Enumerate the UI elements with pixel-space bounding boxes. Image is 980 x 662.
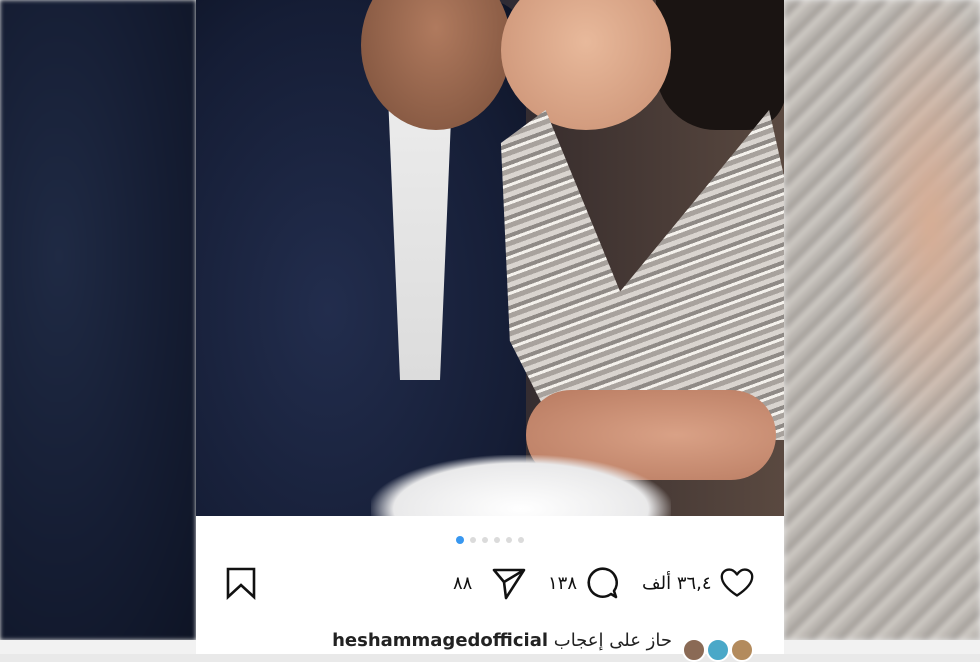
action-row: ٨٨ ١٣٨ ٣٦,٤ ألف	[196, 566, 784, 606]
avatar	[682, 638, 706, 662]
post-card: ٨٨ ١٣٨ ٣٦,٤ ألف حاز على إعجاب heshammage…	[196, 516, 784, 662]
carousel-dot	[518, 537, 524, 543]
comment-icon	[587, 567, 619, 599]
shares-count: ٨٨	[453, 573, 473, 594]
liked-by-text: حاز على إعجاب heshammagedofficial	[332, 630, 672, 651]
liked-by-row: حاز على إعجاب heshammagedofficial	[196, 630, 784, 662]
photo-face-right	[501, 0, 671, 130]
carousel-dot	[494, 537, 500, 543]
likes-count: ٣٦,٤ ألف	[642, 573, 712, 594]
comments-count: ١٣٨	[548, 573, 578, 594]
comment-button[interactable]	[585, 566, 619, 600]
carousel-dot-active	[456, 536, 464, 544]
carousel-dot	[506, 537, 512, 543]
liked-by-avatars[interactable]	[682, 638, 760, 662]
blurred-background-right	[784, 0, 980, 640]
avatar	[730, 638, 754, 662]
like-button[interactable]	[720, 566, 754, 600]
bookmark-button[interactable]	[224, 566, 258, 600]
carousel-dot	[482, 537, 488, 543]
avatar	[706, 638, 730, 662]
liked-by-username[interactable]: heshammagedofficial	[332, 630, 548, 651]
bookmark-icon	[226, 567, 256, 600]
carousel-dot	[470, 537, 476, 543]
share-button[interactable]	[492, 566, 526, 600]
blurred-background-left	[0, 0, 196, 640]
heart-icon	[720, 568, 754, 597]
post-photo[interactable]	[196, 0, 784, 516]
photo-flowers	[371, 455, 671, 516]
photo-hair	[656, 0, 784, 130]
share-icon	[492, 568, 526, 600]
carousel-dots	[196, 535, 784, 545]
liked-by-prefix: حاز على إعجاب	[553, 630, 672, 651]
